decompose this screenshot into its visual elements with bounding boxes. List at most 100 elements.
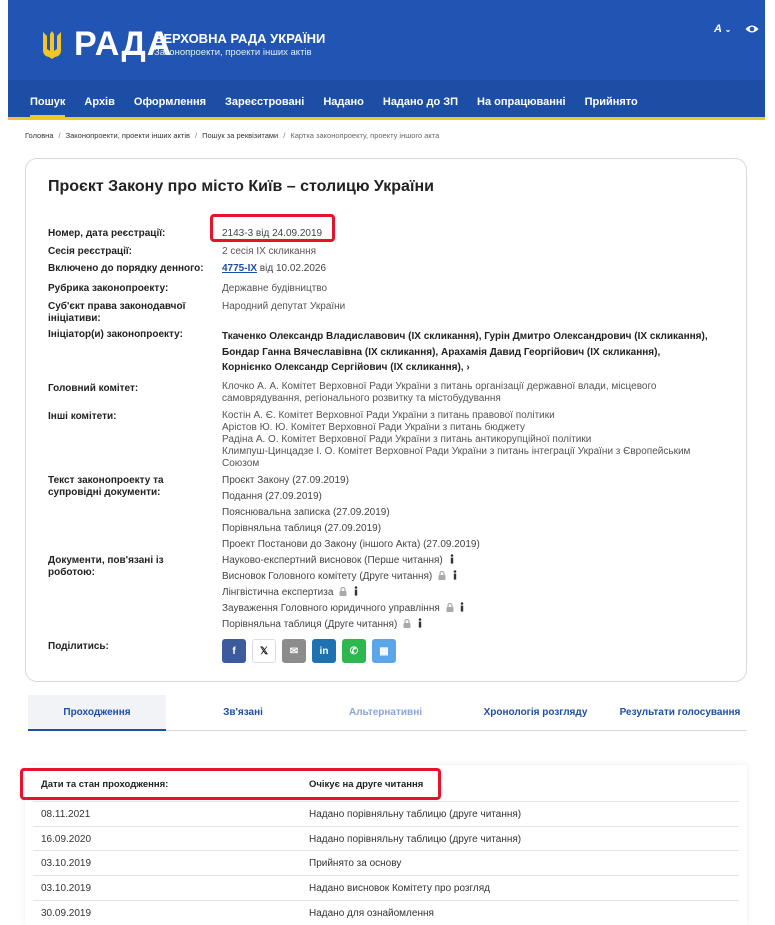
x-share-button[interactable]: 𝕏: [252, 639, 276, 663]
document-link[interactable]: Лінгвістична експертиза: [222, 587, 333, 598]
tab-related[interactable]: Зв'язані: [188, 695, 298, 731]
agenda-value: 4775-IX від 10.02.2026: [222, 263, 712, 275]
committee-item: Костін А. Є. Комітет Верховної Ради Укра…: [222, 410, 555, 421]
row-status: Надано для ознайомлення: [309, 908, 434, 919]
table-row: 08.11.2021 Надано порівняльну таблицю (д…: [33, 801, 739, 826]
lock-icon: [446, 603, 454, 612]
lock-icon: [438, 571, 446, 580]
rubric-value: Державне будівництво: [222, 283, 328, 294]
work-doc-item: Науково-експертний висновок (Перше читан…: [222, 553, 712, 569]
info-icon[interactable]: [449, 554, 455, 564]
font-size-control[interactable]: A ⌄: [714, 23, 731, 35]
work-docs-label: Документи, пов'язані із роботою:: [48, 555, 164, 578]
table-row: 30.09.2019 Надано для ознайомлення: [33, 900, 739, 925]
subject-value: Народний депутат України: [222, 301, 346, 312]
highlight-box: [20, 768, 441, 800]
document-link[interactable]: Порівняльна таблиця (Друге читання): [222, 619, 397, 630]
tab-bar: Проходження Зв'язані Альтернативні Хроно…: [28, 695, 747, 731]
table-header: Дати та стан проходження: Очікує на друг…: [20, 765, 747, 801]
agenda-link[interactable]: 4775-IX: [222, 263, 257, 274]
site-title[interactable]: ВЕРХОВНА РАДА УКРАЇНИ: [154, 31, 325, 46]
work-doc-item: Висновок Головного комітету (Друге читан…: [222, 569, 712, 585]
subject-label: Суб'єкт права законодавчої ініціативи:: [48, 301, 186, 324]
passage-table: Дати та стан проходження: Очікує на друг…: [20, 765, 747, 925]
qr-code-icon: ▦: [379, 645, 389, 657]
document-link[interactable]: Науково-експертний висновок (Перше читан…: [222, 555, 443, 566]
breadcrumb-current: Картка законопроекту, проекту іншого акт…: [290, 131, 440, 140]
breadcrumb-bills[interactable]: Законопроекти, проекти інших актів: [66, 131, 190, 140]
bill-title: Проєкт Закону про місто Київ – столицю У…: [48, 178, 434, 195]
row-status: Прийнято за основу: [309, 858, 402, 869]
facebook-share-button[interactable]: f: [222, 639, 246, 663]
tab-voting-results[interactable]: Результати голосування: [613, 695, 747, 731]
eye-icon[interactable]: [745, 24, 759, 34]
committee-item: Арістов Ю. Ю. Комітет Верховної Ради Укр…: [222, 422, 526, 433]
tab-passage[interactable]: Проходження: [28, 695, 166, 731]
row-date: 08.11.2021: [41, 809, 91, 820]
row-date: 03.10.2019: [41, 883, 92, 894]
tab-chronology[interactable]: Хронологія розгляду: [468, 695, 603, 731]
trident-icon: [43, 31, 61, 59]
document-link[interactable]: Подання (27.09.2019): [222, 489, 712, 505]
rubric-label: Рубрика законопроекту:: [48, 283, 169, 294]
table-row: 16.09.2020 Надано порівняльну таблицю (д…: [33, 826, 739, 851]
nav-item-adopted[interactable]: Прийнято: [585, 80, 638, 120]
share-buttons: f 𝕏 ✉ in ✆ ▦: [222, 639, 396, 663]
initiators-value: Ткаченко Олександр Владиславович (IX скл…: [222, 331, 708, 373]
whatsapp-icon: ✆: [349, 645, 359, 657]
document-link[interactable]: Проєкт Закону (27.09.2019): [222, 473, 712, 489]
texts-list: Проєкт Закону (27.09.2019) Подання (27.0…: [222, 473, 712, 553]
nav-item-archive[interactable]: Архів: [84, 80, 114, 120]
texts-label: Текст законопроекту та супровідні докуме…: [48, 475, 164, 498]
nav-item-submitted-to-zp[interactable]: Надано до ЗП: [383, 80, 458, 120]
email-icon: ✉: [289, 645, 299, 657]
document-link[interactable]: Зауваження Головного юридичного управлін…: [222, 603, 440, 614]
info-icon[interactable]: [452, 570, 458, 580]
table-row: 03.10.2019 Прийнято за основу: [33, 850, 739, 875]
nav-item-submitted[interactable]: Надано: [323, 80, 364, 120]
session-value: 2 сесія IX скликання: [222, 246, 317, 257]
main-committee-value: Клочко А. А. Комітет Верховної Ради Укра…: [222, 381, 657, 404]
document-link[interactable]: Висновок Головного комітету (Друге читан…: [222, 571, 432, 582]
document-link[interactable]: Пояснювальна записка (27.09.2019): [222, 505, 712, 521]
lock-icon: [339, 587, 347, 596]
agenda-label: Включено до порядку денного:: [48, 263, 204, 274]
work-docs-list: Науково-експертний висновок (Перше читан…: [222, 553, 712, 633]
number-label: Номер, дата реєстрації:: [48, 228, 166, 239]
committee-item: Климпуш-Цинцадзе І. О. Комітет Верховної…: [222, 446, 691, 469]
breadcrumb-search[interactable]: Пошук за реквізитами: [202, 131, 278, 140]
share-label: Поділитись:: [48, 641, 109, 652]
whatsapp-share-button[interactable]: ✆: [342, 639, 366, 663]
main-nav: Пошук Архів Оформлення Зареєстровані Над…: [8, 80, 765, 120]
document-link[interactable]: Проект Постанови до Закону (іншого Акта)…: [222, 537, 712, 553]
tab-alternative[interactable]: Альтернативні: [328, 695, 443, 731]
session-label: Сесія реєстрації:: [48, 246, 132, 257]
email-share-button[interactable]: ✉: [282, 639, 306, 663]
info-icon[interactable]: [459, 602, 465, 612]
nav-item-registered[interactable]: Зареєстровані: [225, 80, 304, 120]
initiators-label: Ініціатор(и) законопроекту:: [48, 329, 183, 340]
breadcrumb-separator: /: [195, 131, 198, 140]
info-icon[interactable]: [417, 618, 423, 628]
nav-item-formatting[interactable]: Оформлення: [134, 80, 206, 120]
x-icon: 𝕏: [259, 645, 269, 657]
agenda-date: від 10.02.2026: [257, 263, 327, 274]
row-date: 16.09.2020: [41, 834, 92, 845]
breadcrumb-home[interactable]: Головна: [25, 131, 54, 140]
lock-icon: [403, 619, 411, 628]
row-date: 30.09.2019: [41, 908, 92, 919]
qr-code-button[interactable]: ▦: [372, 639, 396, 663]
chevron-right-icon[interactable]: ›: [466, 362, 469, 373]
info-icon[interactable]: [353, 586, 359, 596]
highlight-box: [210, 214, 335, 242]
breadcrumb-separator: /: [283, 131, 286, 140]
breadcrumb-separator: /: [58, 131, 61, 140]
other-committees-label: Інші комітети:: [48, 411, 117, 422]
linkedin-share-button[interactable]: in: [312, 639, 336, 663]
site-subtitle: Законопроекти, проекти інших актів: [154, 47, 312, 58]
row-status: Надано висновок Комітету про розгляд: [309, 883, 491, 894]
bill-card: Проєкт Закону про місто Київ – столицю У…: [25, 158, 747, 682]
nav-item-search[interactable]: Пошук: [30, 80, 66, 120]
nav-item-in-processing[interactable]: На опрацюванні: [477, 80, 566, 120]
document-link[interactable]: Порівняльна таблиця (27.09.2019): [222, 521, 712, 537]
